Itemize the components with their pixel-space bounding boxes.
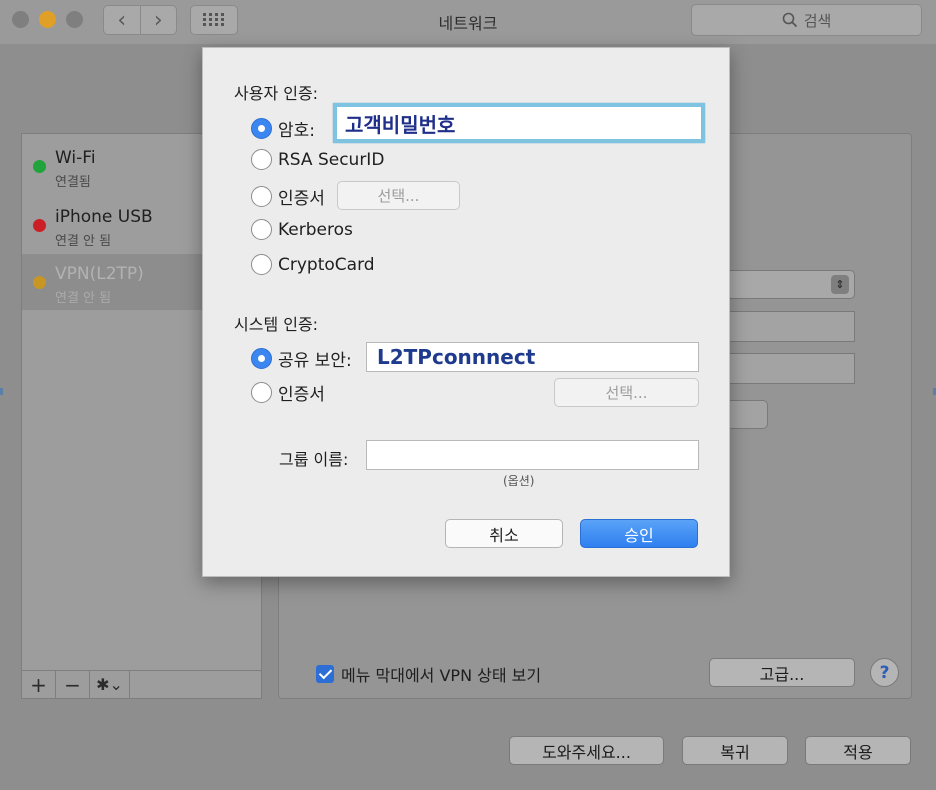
assist-button-label: 도와주세요... bbox=[542, 742, 631, 762]
password-field[interactable]: 고객비밀번호 bbox=[333, 103, 705, 143]
certificate-radio[interactable]: 인증서 bbox=[251, 184, 325, 209]
service-name: VPN(L2TP) bbox=[55, 264, 144, 284]
plus-icon: + bbox=[30, 672, 47, 697]
authentication-settings-button[interactable] bbox=[726, 400, 768, 429]
add-service-button[interactable]: + bbox=[22, 671, 56, 698]
advanced-button[interactable]: 고급... bbox=[709, 658, 855, 687]
system-certificate-radio[interactable]: 인증서 bbox=[251, 380, 325, 405]
group-name-field[interactable] bbox=[366, 440, 699, 470]
service-list-toolbar: + − ✱⌄ bbox=[22, 670, 261, 698]
group-name-label: 그룹 이름: bbox=[279, 450, 349, 469]
assist-me-button[interactable]: 도와주세요... bbox=[509, 736, 664, 765]
user-authentication-heading: 사용자 인증: bbox=[234, 84, 319, 103]
service-name: iPhone USB bbox=[55, 207, 153, 227]
gear-icon: ✱⌄ bbox=[96, 675, 123, 694]
left-resize-handle bbox=[0, 388, 3, 395]
search-icon bbox=[782, 12, 797, 28]
show-vpn-status-label: 메뉴 막대에서 VPN 상태 보기 bbox=[341, 666, 542, 685]
rsa-securid-label: RSA SecurID bbox=[278, 149, 385, 170]
cryptocard-radio[interactable]: CryptoCard bbox=[251, 254, 375, 275]
revert-button[interactable]: 복귀 bbox=[682, 736, 788, 765]
remove-service-button[interactable]: − bbox=[56, 671, 90, 698]
service-actions-button[interactable]: ✱⌄ bbox=[90, 671, 130, 698]
authentication-settings-sheet: 사용자 인증: 암호: 고객비밀번호 RSA SecurID 인증서 선택...… bbox=[202, 47, 730, 577]
checkbox-checked-icon bbox=[316, 665, 334, 683]
ok-button[interactable]: 승인 bbox=[580, 519, 698, 548]
help-button[interactable]: ? bbox=[870, 658, 899, 687]
server-address-field[interactable] bbox=[726, 311, 855, 342]
cancel-button[interactable]: 취소 bbox=[445, 519, 563, 548]
user-certificate-select-button[interactable]: 선택... bbox=[337, 181, 460, 210]
system-certificate-select-button[interactable]: 선택... bbox=[554, 378, 699, 407]
service-status: 연결 안 됨 bbox=[55, 291, 112, 306]
radio-unselected-icon bbox=[251, 254, 272, 275]
shared-secret-radio[interactable]: 공유 보안: bbox=[251, 346, 352, 371]
optional-note: (옵션) bbox=[503, 474, 535, 488]
system-certificate-label: 인증서 bbox=[278, 385, 325, 405]
ok-button-label: 승인 bbox=[624, 525, 654, 545]
search-field[interactable]: 검색 bbox=[691, 4, 922, 36]
apply-button[interactable]: 적용 bbox=[805, 736, 911, 765]
shared-secret-label: 공유 보안: bbox=[278, 351, 352, 371]
service-status: 연결 안 됨 bbox=[55, 234, 112, 249]
rsa-securid-radio[interactable]: RSA SecurID bbox=[251, 149, 384, 170]
radio-selected-icon bbox=[251, 348, 272, 369]
shared-secret-value: L2TPconnnect bbox=[377, 345, 536, 369]
shared-secret-field[interactable]: L2TPconnnect bbox=[366, 342, 699, 372]
revert-button-label: 복귀 bbox=[720, 742, 750, 762]
password-radio[interactable]: 암호: bbox=[251, 116, 315, 141]
service-name: Wi-Fi bbox=[55, 148, 96, 168]
service-status: 연결됨 bbox=[55, 175, 91, 190]
radio-unselected-icon bbox=[251, 149, 272, 170]
cancel-button-label: 취소 bbox=[489, 525, 519, 545]
kerberos-radio[interactable]: Kerberos bbox=[251, 219, 353, 240]
radio-unselected-icon bbox=[251, 219, 272, 240]
select-button-label: 선택... bbox=[605, 384, 648, 402]
password-value: 고객비밀번호 bbox=[345, 112, 456, 137]
account-name-field[interactable] bbox=[726, 353, 855, 384]
show-vpn-status-checkbox[interactable]: 메뉴 막대에서 VPN 상태 보기 bbox=[316, 662, 541, 686]
advanced-button-label: 고급... bbox=[759, 664, 805, 684]
updown-chevron-icon: ⇕ bbox=[831, 275, 849, 294]
password-label: 암호: bbox=[278, 121, 316, 141]
certificate-label: 인증서 bbox=[278, 189, 325, 209]
minus-icon: − bbox=[64, 672, 81, 697]
radio-unselected-icon bbox=[251, 382, 272, 403]
system-authentication-heading: 시스템 인증: bbox=[234, 315, 319, 334]
status-dot-icon bbox=[33, 219, 46, 232]
cryptocard-label: CryptoCard bbox=[278, 254, 375, 275]
radio-selected-icon bbox=[251, 118, 272, 139]
select-button-label: 선택... bbox=[377, 187, 420, 205]
apply-button-label: 적용 bbox=[843, 742, 873, 762]
title-bar: ‹ › 네트워크 검색 bbox=[0, 0, 936, 44]
search-placeholder: 검색 bbox=[803, 11, 832, 30]
configuration-select[interactable]: ⇕ bbox=[726, 270, 855, 299]
kerberos-label: Kerberos bbox=[278, 219, 353, 240]
radio-unselected-icon bbox=[251, 186, 272, 207]
question-mark-icon: ? bbox=[879, 662, 890, 683]
status-dot-icon bbox=[33, 160, 46, 173]
status-dot-icon bbox=[33, 276, 46, 289]
